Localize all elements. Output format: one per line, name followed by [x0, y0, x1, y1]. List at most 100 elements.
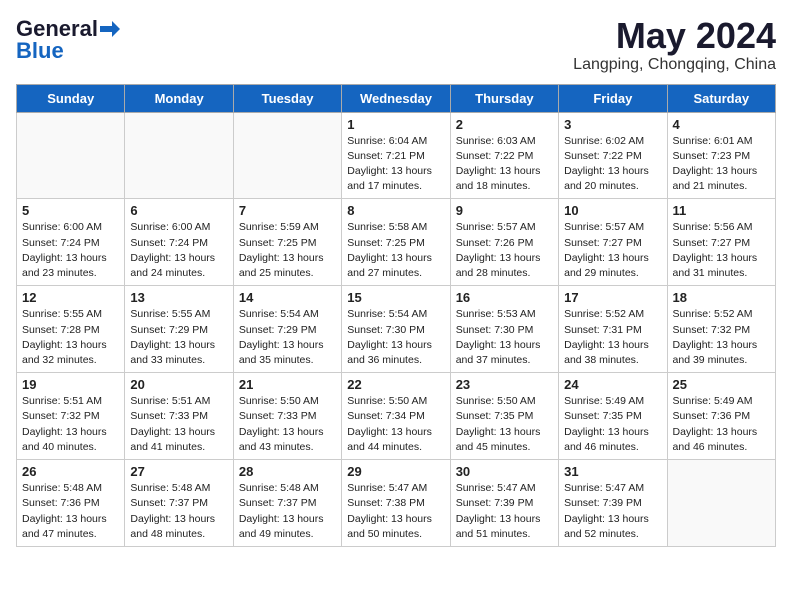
day-number: 4 [673, 117, 770, 132]
day-number: 13 [130, 290, 227, 305]
day-number: 12 [22, 290, 119, 305]
calendar-cell: 9 Sunrise: 5:57 AM Sunset: 7:26 PM Daylig… [450, 199, 558, 286]
day-number: 21 [239, 377, 336, 392]
day-number: 26 [22, 464, 119, 479]
day-info: Sunrise: 5:59 AM Sunset: 7:25 PM Dayligh… [239, 220, 336, 281]
calendar-week-row: 5 Sunrise: 6:00 AM Sunset: 7:24 PM Daylig… [17, 199, 776, 286]
calendar-cell: 14Sunrise: 5:54 AM Sunset: 7:29 PM Dayli… [233, 286, 341, 373]
day-info: Sunrise: 5:47 AM Sunset: 7:38 PM Dayligh… [347, 481, 444, 542]
day-info: Sunrise: 6:00 AM Sunset: 7:24 PM Dayligh… [22, 220, 119, 281]
day-of-week-header: Friday [559, 84, 667, 112]
day-info: Sunrise: 5:51 AM Sunset: 7:33 PM Dayligh… [130, 394, 227, 455]
calendar-cell [17, 112, 125, 199]
day-info: Sunrise: 5:54 AM Sunset: 7:30 PM Dayligh… [347, 307, 444, 368]
day-number: 5 [22, 203, 119, 218]
calendar-cell: 17 Sunrise: 5:52 AM Sunset: 7:31 PM Dayli… [559, 286, 667, 373]
calendar-cell: 8Sunrise: 5:58 AM Sunset: 7:25 PM Daylig… [342, 199, 450, 286]
day-number: 31 [564, 464, 661, 479]
day-info: Sunrise: 5:55 AM Sunset: 7:28 PM Dayligh… [22, 307, 119, 368]
calendar-cell: 4 Sunrise: 6:01 AM Sunset: 7:23 PM Daylig… [667, 112, 775, 199]
calendar-table: SundayMondayTuesdayWednesdayThursdayFrid… [16, 84, 776, 547]
day-info: Sunrise: 5:52 AM Sunset: 7:32 PM Dayligh… [673, 307, 770, 368]
day-info: Sunrise: 5:56 AM Sunset: 7:27 PM Dayligh… [673, 220, 770, 281]
day-number: 7 [239, 203, 336, 218]
day-info: Sunrise: 5:57 AM Sunset: 7:27 PM Dayligh… [564, 220, 661, 281]
calendar-cell: 5 Sunrise: 6:00 AM Sunset: 7:24 PM Daylig… [17, 199, 125, 286]
day-info: Sunrise: 5:48 AM Sunset: 7:37 PM Dayligh… [130, 481, 227, 542]
day-number: 27 [130, 464, 227, 479]
day-number: 2 [456, 117, 553, 132]
day-info: Sunrise: 5:49 AM Sunset: 7:35 PM Dayligh… [564, 394, 661, 455]
calendar-cell: 16 Sunrise: 5:53 AM Sunset: 7:30 PM Dayli… [450, 286, 558, 373]
calendar-cell: 23Sunrise: 5:50 AM Sunset: 7:35 PM Dayli… [450, 373, 558, 460]
day-number: 22 [347, 377, 444, 392]
calendar-cell: 12 Sunrise: 5:55 AM Sunset: 7:28 PM Dayli… [17, 286, 125, 373]
calendar-cell: 13 Sunrise: 5:55 AM Sunset: 7:29 PM Dayli… [125, 286, 233, 373]
day-number: 14 [239, 290, 336, 305]
calendar-cell [125, 112, 233, 199]
calendar-cell: 26 Sunrise: 5:48 AM Sunset: 7:36 PM Dayli… [17, 460, 125, 547]
calendar-cell: 22 Sunrise: 5:50 AM Sunset: 7:34 PM Dayli… [342, 373, 450, 460]
day-number: 15 [347, 290, 444, 305]
day-number: 29 [347, 464, 444, 479]
calendar-cell: 24 Sunrise: 5:49 AM Sunset: 7:35 PM Dayli… [559, 373, 667, 460]
calendar-cell: 28Sunrise: 5:48 AM Sunset: 7:37 PM Dayli… [233, 460, 341, 547]
day-number: 1 [347, 117, 444, 132]
day-number: 6 [130, 203, 227, 218]
day-info: Sunrise: 6:01 AM Sunset: 7:23 PM Dayligh… [673, 134, 770, 195]
day-info: Sunrise: 5:57 AM Sunset: 7:26 PM Dayligh… [456, 220, 553, 281]
calendar-week-row: 19 Sunrise: 5:51 AM Sunset: 7:32 PM Dayli… [17, 373, 776, 460]
day-of-week-header: Sunday [17, 84, 125, 112]
calendar-cell: 7 Sunrise: 5:59 AM Sunset: 7:25 PM Daylig… [233, 199, 341, 286]
calendar-cell: 3 Sunrise: 6:02 AM Sunset: 7:22 PM Daylig… [559, 112, 667, 199]
day-info: Sunrise: 5:52 AM Sunset: 7:31 PM Dayligh… [564, 307, 661, 368]
day-info: Sunrise: 5:53 AM Sunset: 7:30 PM Dayligh… [456, 307, 553, 368]
calendar-cell: 2 Sunrise: 6:03 AM Sunset: 7:22 PM Daylig… [450, 112, 558, 199]
calendar-cell: 10Sunrise: 5:57 AM Sunset: 7:27 PM Dayli… [559, 199, 667, 286]
day-number: 30 [456, 464, 553, 479]
logo-blue: Blue [16, 38, 64, 64]
day-number: 17 [564, 290, 661, 305]
title-area: May 2024 Langping, Chongqing, China [573, 16, 776, 74]
calendar-week-row: 1Sunrise: 6:04 AM Sunset: 7:21 PM Daylig… [17, 112, 776, 199]
calendar-cell: 11Sunrise: 5:56 AM Sunset: 7:27 PM Dayli… [667, 199, 775, 286]
calendar-cell [233, 112, 341, 199]
day-info: Sunrise: 5:48 AM Sunset: 7:36 PM Dayligh… [22, 481, 119, 542]
day-of-week-header: Monday [125, 84, 233, 112]
calendar-week-row: 26 Sunrise: 5:48 AM Sunset: 7:36 PM Dayli… [17, 460, 776, 547]
calendar-cell: 1Sunrise: 6:04 AM Sunset: 7:21 PM Daylig… [342, 112, 450, 199]
day-info: Sunrise: 6:03 AM Sunset: 7:22 PM Dayligh… [456, 134, 553, 195]
logo: General Blue [16, 16, 120, 64]
day-info: Sunrise: 6:02 AM Sunset: 7:22 PM Dayligh… [564, 134, 661, 195]
day-info: Sunrise: 5:48 AM Sunset: 7:37 PM Dayligh… [239, 481, 336, 542]
day-info: Sunrise: 5:51 AM Sunset: 7:32 PM Dayligh… [22, 394, 119, 455]
day-of-week-header: Tuesday [233, 84, 341, 112]
calendar-cell: 25Sunrise: 5:49 AM Sunset: 7:36 PM Dayli… [667, 373, 775, 460]
calendar-cell: 19 Sunrise: 5:51 AM Sunset: 7:32 PM Dayli… [17, 373, 125, 460]
day-number: 19 [22, 377, 119, 392]
calendar-cell: 30 Sunrise: 5:47 AM Sunset: 7:39 PM Dayli… [450, 460, 558, 547]
day-of-week-header: Saturday [667, 84, 775, 112]
day-info: Sunrise: 5:50 AM Sunset: 7:34 PM Dayligh… [347, 394, 444, 455]
page-header: General Blue May 2024 Langping, Chongqin… [16, 16, 776, 74]
day-info: Sunrise: 5:58 AM Sunset: 7:25 PM Dayligh… [347, 220, 444, 281]
day-of-week-header: Thursday [450, 84, 558, 112]
day-number: 24 [564, 377, 661, 392]
calendar-header-row: SundayMondayTuesdayWednesdayThursdayFrid… [17, 84, 776, 112]
calendar-cell: 15 Sunrise: 5:54 AM Sunset: 7:30 PM Dayli… [342, 286, 450, 373]
day-info: Sunrise: 5:47 AM Sunset: 7:39 PM Dayligh… [456, 481, 553, 542]
day-number: 9 [456, 203, 553, 218]
day-info: Sunrise: 5:49 AM Sunset: 7:36 PM Dayligh… [673, 394, 770, 455]
day-number: 3 [564, 117, 661, 132]
day-number: 23 [456, 377, 553, 392]
logo-arrow-icon [100, 19, 120, 39]
day-info: Sunrise: 5:55 AM Sunset: 7:29 PM Dayligh… [130, 307, 227, 368]
day-info: Sunrise: 5:47 AM Sunset: 7:39 PM Dayligh… [564, 481, 661, 542]
month-year-title: May 2024 [573, 16, 776, 56]
day-of-week-header: Wednesday [342, 84, 450, 112]
day-number: 16 [456, 290, 553, 305]
day-number: 20 [130, 377, 227, 392]
calendar-cell: 21Sunrise: 5:50 AM Sunset: 7:33 PM Dayli… [233, 373, 341, 460]
calendar-cell: 6Sunrise: 6:00 AM Sunset: 7:24 PM Daylig… [125, 199, 233, 286]
calendar-cell: 18Sunrise: 5:52 AM Sunset: 7:32 PM Dayli… [667, 286, 775, 373]
